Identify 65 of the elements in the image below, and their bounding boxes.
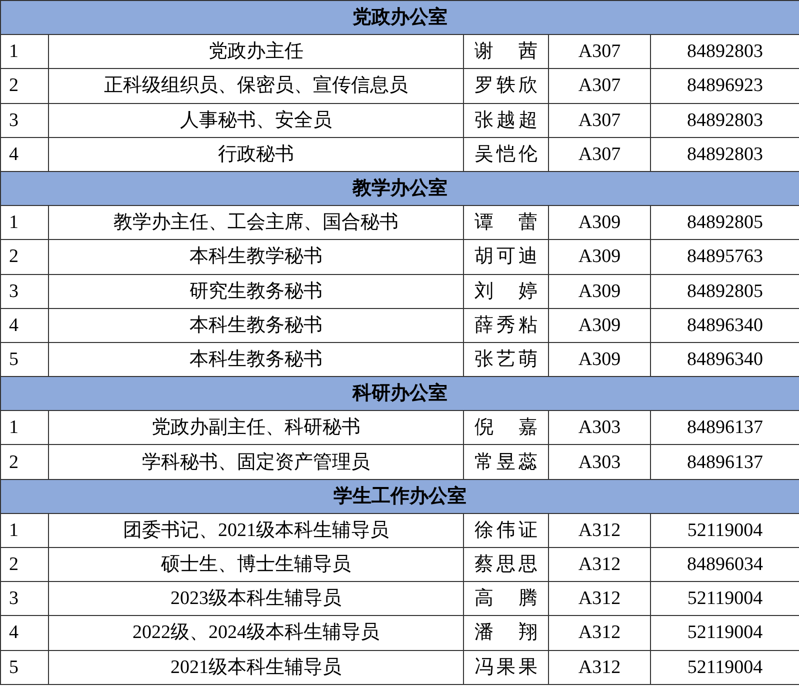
section-header: 科研办公室: [0, 376, 799, 411]
table-cell: 1: [0, 513, 48, 548]
table-cell: 冯果果: [474, 658, 538, 677]
table-cell: 3: [0, 582, 48, 616]
table-cell: A309: [548, 274, 650, 308]
table-cell: 蔡思思: [474, 555, 538, 574]
table-cell: 倪 嘉: [474, 418, 538, 438]
table-cell: A303: [548, 444, 650, 480]
table-cell: A312: [548, 616, 650, 650]
table-cell: A309: [548, 308, 650, 342]
table-cell: 正科级组织员、保密员、宣传信息员: [48, 68, 464, 104]
table-cell: A303: [548, 410, 650, 445]
table-cell: 行政秘书: [48, 137, 464, 172]
table-cell: 学科秘书、固定资产管理员: [48, 444, 464, 480]
table-cell: A307: [548, 34, 650, 69]
table-cell: 刘 婷: [474, 282, 538, 301]
table-cell: 2022级、2024级本科生辅导员: [48, 616, 464, 650]
table-cell: 薛秀粘: [474, 316, 538, 335]
table-cell: 胡可迪: [474, 247, 538, 266]
table-cell: 2: [0, 68, 48, 104]
table-cell: 3: [0, 274, 48, 308]
table-cell: 4: [0, 137, 48, 172]
table-cell: A312: [548, 582, 650, 616]
table-cell: 吴恺伦: [474, 144, 538, 164]
table-cell: 硕士生、博士生辅导员: [48, 548, 464, 582]
section-header: 学生工作办公室: [0, 479, 799, 514]
table-cell: 张艺萌: [474, 350, 538, 369]
table-cell: 本科生教学秘书: [48, 240, 464, 274]
table-cell: 2021级本科生辅导员: [48, 650, 464, 684]
table-cell: A307: [548, 68, 650, 104]
table-cell: 张越超: [474, 110, 538, 130]
table-cell: 1: [0, 206, 48, 240]
table-cell: 常昱蕊: [474, 452, 538, 472]
table-cell: 党政办副主任、科研秘书: [48, 410, 464, 445]
table-cell: 罗轶欣: [474, 76, 538, 96]
table-cell: 谭 蕾: [474, 213, 538, 232]
table-cell: 2: [0, 548, 48, 582]
table-cell: A312: [548, 548, 650, 582]
table-cell: 4: [0, 308, 48, 342]
table-cell: 本科生教务秘书: [48, 308, 464, 342]
table-cell: 2023级本科生辅导员: [48, 582, 464, 616]
table-cell: 潘 翔: [474, 623, 538, 642]
table-cell: 1: [0, 410, 48, 445]
section-header: 教学办公室: [0, 171, 799, 206]
table-cell: 5: [0, 650, 48, 684]
table-cell: 人事秘书、安全员: [48, 103, 464, 138]
table-cell: 高 腾: [474, 589, 538, 608]
table-cell: 徐伟证: [474, 520, 538, 540]
table-cell: 党政办主任: [48, 34, 464, 69]
table-cell: A312: [548, 513, 650, 548]
table-cell: 团委书记、2021级本科生辅导员: [48, 513, 464, 548]
table-cell: 4: [0, 616, 48, 650]
table-cell: A309: [548, 206, 650, 240]
table-cell: 3: [0, 103, 48, 138]
table-cell: 研究生教务秘书: [48, 274, 464, 308]
table-cell: A307: [548, 103, 650, 138]
table-cell: 教学办主任、工会主席、国合秘书: [48, 206, 464, 240]
table-cell: A312: [548, 650, 650, 684]
table-cell: 1: [0, 34, 48, 69]
table-cell: 2: [0, 240, 48, 274]
table-cell: A307: [548, 137, 650, 172]
table-cell: A309: [548, 240, 650, 274]
section-header: 党政办公室: [0, 0, 799, 35]
table-cell: 2: [0, 444, 48, 480]
table-cell: 谢 茜: [474, 42, 538, 62]
